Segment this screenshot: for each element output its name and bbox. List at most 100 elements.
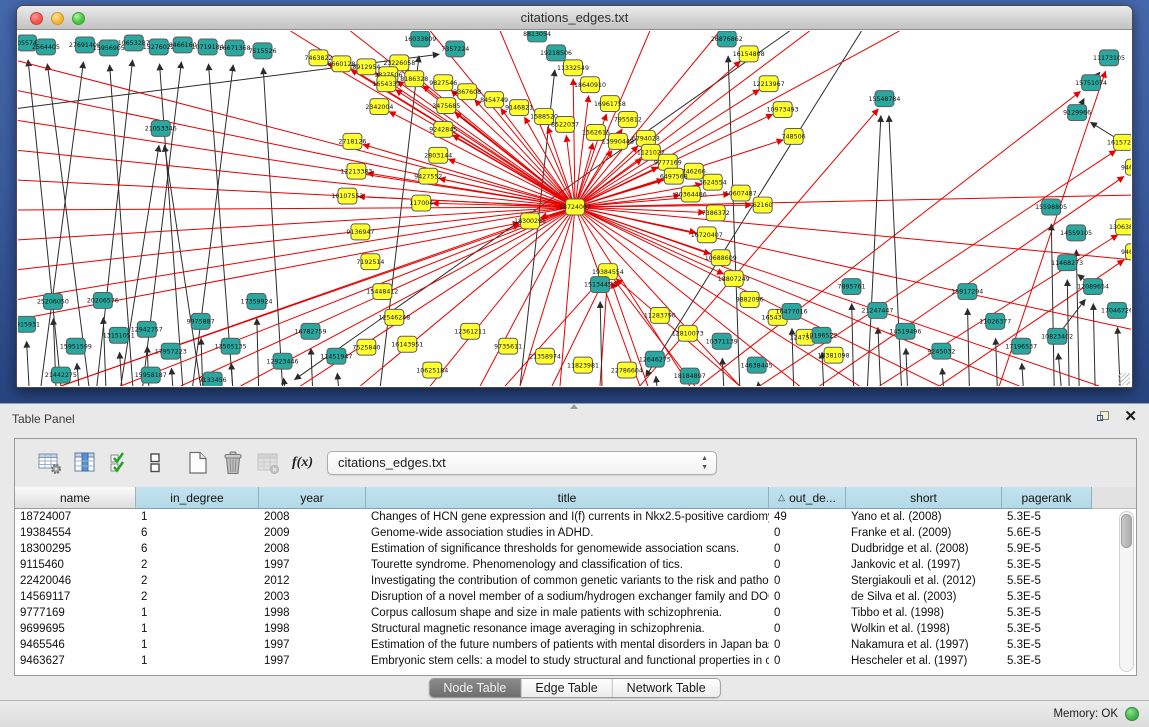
graph-node[interactable]: 2564405 <box>32 39 60 55</box>
table-cell-pagerank[interactable]: 5.3E-5 <box>1002 637 1092 653</box>
column-header-short[interactable]: short <box>846 487 1002 509</box>
graph-node[interactable]: 11026377 <box>979 313 1011 329</box>
table-row[interactable]: 969969511998Structural magnetic resonanc… <box>15 621 1136 637</box>
table-cell-short[interactable]: de Silva et al. (2003) <box>846 589 1002 605</box>
graph-node[interactable]: 14559105 <box>1060 225 1092 241</box>
table-cell-out_degree[interactable]: 0 <box>769 557 846 573</box>
graph-node[interactable]: 3475685 <box>432 98 460 114</box>
table-cell-pagerank[interactable]: 5.3E-5 <box>1002 621 1092 637</box>
graph-node[interactable]: 15598805 <box>1035 199 1067 215</box>
graph-node[interactable]: 7357224 <box>441 41 469 57</box>
tab-node-table[interactable]: Node Table <box>429 679 521 697</box>
graph-node[interactable]: 9245032 <box>927 343 955 359</box>
graph-node[interactable]: 7192514 <box>356 254 384 270</box>
graph-node[interactable]: 9463627 <box>1121 159 1131 175</box>
table-cell-out_degree[interactable]: 0 <box>769 653 846 669</box>
graph-node[interactable]: 11451947 <box>320 348 352 364</box>
tab-network-table[interactable]: Network Table <box>613 679 720 697</box>
tab-edge-table[interactable]: Edge Table <box>521 679 612 697</box>
graph-node[interactable]: 9146821 <box>505 100 533 116</box>
graph-node[interactable]: 21442275 <box>45 367 77 383</box>
table-cell-in_degree[interactable]: 1 <box>136 605 259 621</box>
table-row[interactable]: 1830029562008Estimation of significance … <box>15 541 1136 557</box>
graph-node[interactable]: 2342004 <box>365 99 393 115</box>
graph-node[interactable]: 16143951 <box>391 336 423 352</box>
graph-node[interactable]: 17046726 <box>1101 302 1131 318</box>
graph-node[interactable]: 7386372 <box>702 205 730 221</box>
graph-node[interactable]: 16033809 <box>404 31 436 47</box>
graph-node[interactable]: 12361211 <box>454 323 486 339</box>
table-cell-short[interactable]: Tibbo et al. (1998) <box>846 605 1002 621</box>
table-cell-year[interactable]: 2003 <box>259 589 366 605</box>
graph-node[interactable]: 9133456 <box>199 372 227 386</box>
table-cell-in_degree[interactable]: 1 <box>136 621 259 637</box>
graph-node[interactable]: 17359924 <box>241 294 273 310</box>
table-cell-in_degree[interactable]: 1 <box>136 653 259 669</box>
table-cell-in_degree[interactable]: 2 <box>136 557 259 573</box>
table-cell-name[interactable]: 9115460 <box>15 557 136 573</box>
table-cell-title[interactable]: Embryonic stem cells: a model to study s… <box>366 653 769 669</box>
table-cell-out_degree[interactable]: 0 <box>769 573 846 589</box>
graph-node[interactable]: 9465546 <box>1121 244 1131 260</box>
function-builder-icon[interactable]: f(x) <box>292 455 313 471</box>
table-cell-title[interactable]: Genome-wide association studies in ADHD. <box>366 525 769 541</box>
table-cell-title[interactable]: Corpus callosum shape and size in male p… <box>366 605 769 621</box>
select-column-icon[interactable] <box>72 450 98 476</box>
graph-node[interactable]: 8660128 <box>327 56 355 72</box>
column-header-title[interactable]: title <box>366 487 769 509</box>
table-cell-title[interactable]: Tourette syndrome. Phenomenology and cla… <box>366 557 769 573</box>
table-cell-year[interactable]: 1997 <box>259 557 366 573</box>
graph-node[interactable]: 26876862 <box>711 31 743 47</box>
table-cell-year[interactable]: 2008 <box>259 541 366 557</box>
table-cell-name[interactable]: 18300295 <box>15 541 136 557</box>
graph-node[interactable]: 18640910 <box>574 77 606 93</box>
table-cell-in_degree[interactable]: 1 <box>136 637 259 653</box>
select-all-icon[interactable] <box>107 450 133 476</box>
panel-resize-handle-icon[interactable] <box>570 404 578 409</box>
table-cell-pagerank[interactable]: 5.3E-5 <box>1002 605 1092 621</box>
graph-node[interactable]: 7955812 <box>614 112 642 128</box>
graph-node[interactable]: 3624554 <box>699 174 727 190</box>
graph-node[interactable]: 10371139 <box>706 333 738 349</box>
table-cell-pagerank[interactable]: 5.3E-5 <box>1002 557 1092 573</box>
graph-node[interactable]: 16720407 <box>691 227 723 243</box>
table-cell-name[interactable]: 9777169 <box>15 605 136 621</box>
graph-node[interactable]: 12089654 <box>1077 279 1109 295</box>
table-cell-name[interactable]: 18724007 <box>15 509 136 525</box>
float-panel-icon[interactable] <box>1097 411 1111 424</box>
table-cell-out_degree[interactable]: 0 <box>769 637 846 653</box>
table-cell-year[interactable]: 1998 <box>259 605 366 621</box>
graph-node[interactable]: 2803144 <box>424 147 452 163</box>
graph-node[interactable]: 17196537 <box>1005 338 1037 354</box>
graph-node[interactable]: 2718126 <box>338 133 366 149</box>
table-cell-pagerank[interactable]: 5.9E-5 <box>1002 541 1092 557</box>
table-cell-name[interactable]: 9463627 <box>15 653 136 669</box>
graph-node[interactable]: 12213967 <box>753 76 785 92</box>
table-cell-name[interactable]: 9699695 <box>15 621 136 637</box>
graph-node[interactable]: 8522037 <box>551 117 579 133</box>
graph-node[interactable]: 9136947 <box>346 224 374 240</box>
table-settings-icon[interactable] <box>37 450 63 476</box>
graph-node[interactable]: 6497568 <box>660 168 688 184</box>
graph-node[interactable]: 8912954 <box>352 59 380 75</box>
graph-node[interactable]: 7525840 <box>352 339 380 355</box>
graph-node[interactable]: 8813054 <box>523 31 551 42</box>
table-cell-out_degree[interactable]: 49 <box>769 509 846 525</box>
graph-node[interactable]: 1654339 <box>372 76 400 92</box>
table-cell-short[interactable]: Hescheler et al. (1997) <box>846 653 1002 669</box>
table-cell-out_degree[interactable]: 0 <box>769 621 846 637</box>
column-header-in_degree[interactable]: in_degree <box>136 487 259 509</box>
table-cell-short[interactable]: Wolkin et al. (1998) <box>846 621 1002 637</box>
graph-node[interactable]: 15751074 <box>1075 75 1107 91</box>
graph-node[interactable]: 8454749 <box>480 92 508 108</box>
graph-node[interactable]: 12942757 <box>131 321 163 337</box>
graph-node[interactable]: 14519496 <box>889 323 921 339</box>
graph-node[interactable]: 7895761 <box>838 279 866 295</box>
table-cell-title[interactable]: Changes of HCN gene expression and I(f) … <box>366 509 769 525</box>
table-cell-title[interactable]: Structural magnetic resonance image aver… <box>366 621 769 637</box>
graph-node[interactable]: 10625184 <box>416 362 448 378</box>
new-column-icon[interactable] <box>185 450 211 476</box>
graph-node[interactable]: 10107553 <box>331 188 363 204</box>
network-view[interactable]: 1872400723226058982750681863289827546236… <box>18 31 1131 386</box>
graph-node[interactable]: 13063828 <box>1109 219 1131 235</box>
